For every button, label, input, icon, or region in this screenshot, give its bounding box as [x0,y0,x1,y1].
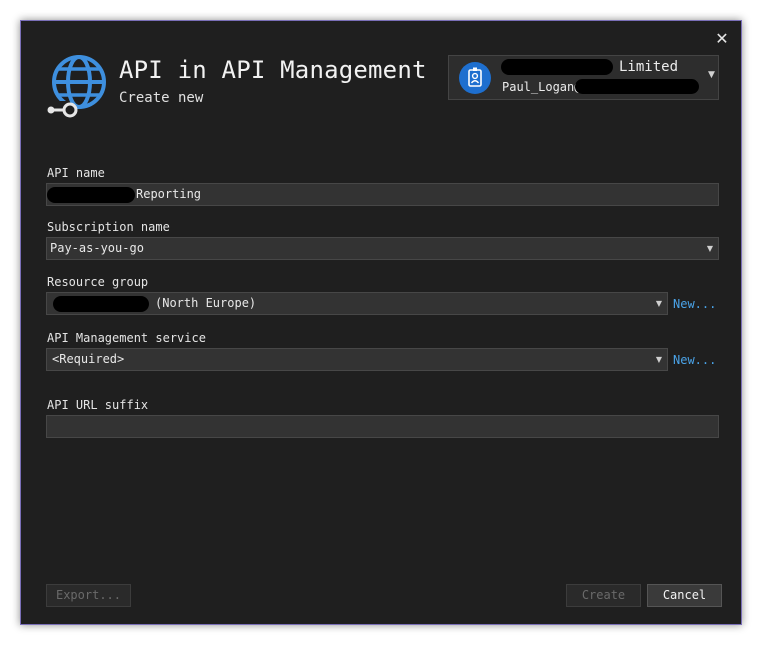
account-email-redaction [575,79,699,94]
resource-group-value: (North Europe) [155,296,257,310]
api-name-value: Reporting [136,187,202,201]
apim-service-dropdown[interactable]: <Required> ▼ [46,348,668,371]
resource-group-dropdown[interactable]: (North Europe) ▼ [46,292,668,315]
url-suffix-label: API URL suffix [47,398,149,412]
apim-service-label: API Management service [47,331,206,345]
subscription-label: Subscription name [47,220,170,234]
apim-service-value: <Required> [52,352,125,366]
account-tier: Limited [619,59,679,75]
resource-group-redaction [53,296,149,312]
subscription-dropdown[interactable]: Pay-as-you-go ▼ [46,237,719,260]
account-avatar-icon [459,62,491,94]
chevron-down-icon: ▼ [708,70,715,80]
dialog-window: ✕ API in API Management Create new Limit… [20,20,742,625]
resource-group-label: Resource group [47,275,149,289]
new-resource-group-link[interactable]: New... [673,297,716,311]
api-name-redaction [47,187,135,203]
close-icon[interactable]: ✕ [714,31,730,47]
account-name-redaction [501,59,613,75]
new-apim-service-link[interactable]: New... [673,353,716,367]
page-title: API in API Management [119,56,427,84]
account-email: Paul_Logan@ [502,80,582,94]
account-selector[interactable]: Limited Paul_Logan@ ▼ [448,55,719,100]
export-button[interactable]: Export... [46,584,131,607]
api-name-input[interactable]: Reporting [46,183,719,206]
api-name-label: API name [47,166,105,180]
globe-api-icon [47,55,106,119]
url-suffix-input[interactable] [46,415,719,438]
chevron-down-icon: ▼ [655,355,662,364]
cancel-button[interactable]: Cancel [647,584,722,607]
page-subtitle: Create new [119,90,204,106]
chevron-down-icon: ▼ [655,299,662,308]
create-button[interactable]: Create [566,584,641,607]
subscription-value: Pay-as-you-go [50,241,144,255]
chevron-down-icon: ▼ [706,244,713,253]
